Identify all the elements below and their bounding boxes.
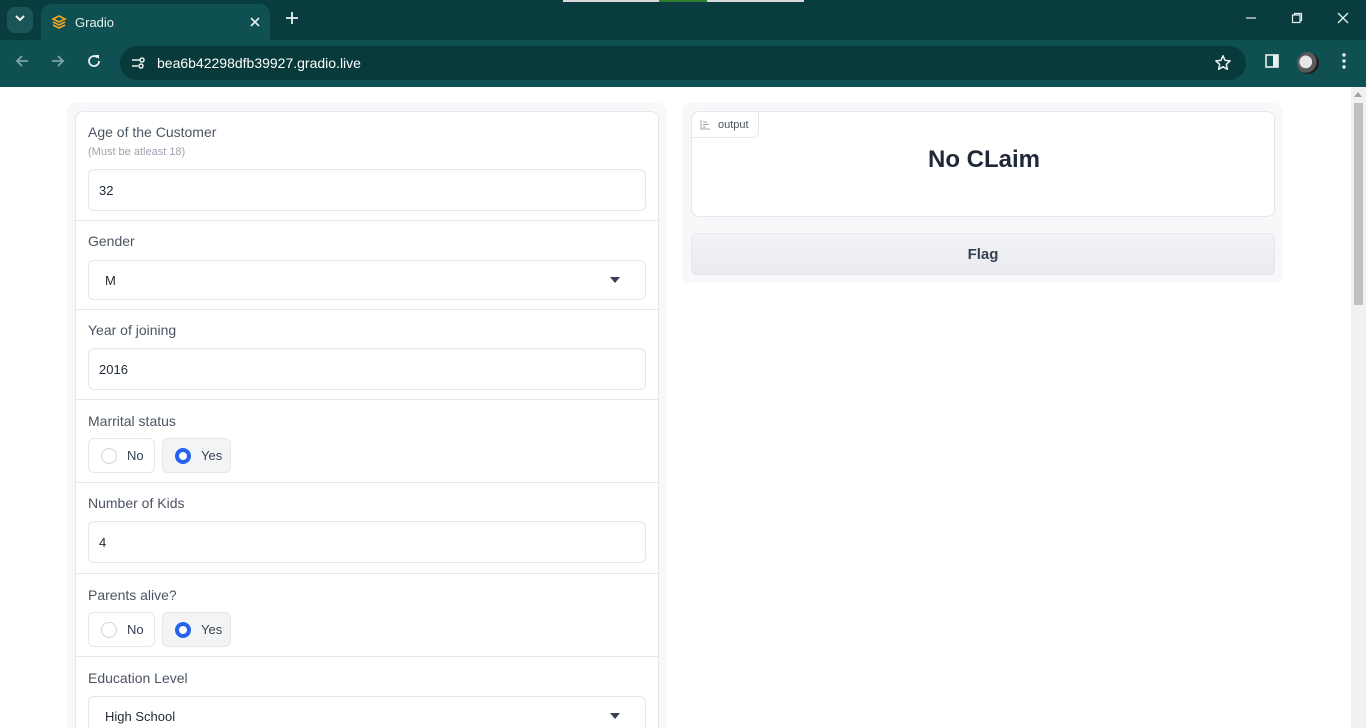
- more-menu-icon: [1342, 52, 1346, 74]
- kids-label: Number of Kids: [88, 495, 185, 511]
- year-joining-input[interactable]: 2016: [88, 348, 646, 390]
- forward-button[interactable]: [43, 48, 73, 78]
- side-panel-button[interactable]: [1257, 48, 1287, 78]
- radio-circle: [175, 621, 191, 638]
- output-value: No CLaim: [927, 146, 1040, 173]
- parents-label: Parents alive?: [88, 587, 177, 603]
- restore-icon: [1291, 11, 1303, 29]
- marital-block: Marrital status No Yes: [76, 400, 658, 483]
- input-panel: Age of the Customer (Must be atleast 18)…: [67, 103, 667, 728]
- year-joining-label: Year of joining: [88, 322, 177, 338]
- input-form: Age of the Customer (Must be atleast 18)…: [75, 111, 659, 728]
- reload-button[interactable]: [79, 48, 109, 78]
- radio-label: Yes: [201, 622, 223, 637]
- radio-circle: [101, 447, 117, 464]
- output-box: output No CLaim: [691, 111, 1275, 217]
- plus-icon: [285, 11, 299, 30]
- back-button[interactable]: [7, 48, 37, 78]
- browser-toolbar: bea6b42298dfb39927.gradio.live: [0, 40, 1366, 87]
- education-label: Education Level: [88, 670, 188, 686]
- address-bar[interactable]: bea6b42298dfb39927.gradio.live: [120, 46, 1246, 80]
- output-label: output: [718, 118, 749, 131]
- gradio-logo-icon: [51, 14, 67, 30]
- page-content: Age of the Customer (Must be atleast 18)…: [0, 87, 1366, 728]
- scroll-up-arrow-icon[interactable]: [1354, 92, 1362, 97]
- marital-radio-yes[interactable]: Yes: [162, 438, 231, 473]
- browser-titlebar: Gradio: [0, 0, 1366, 40]
- parents-radio-yes[interactable]: Yes: [162, 612, 231, 647]
- label-chart-icon: [700, 119, 711, 130]
- close-icon[interactable]: [244, 11, 266, 33]
- age-input[interactable]: 32: [88, 169, 646, 211]
- profile-button[interactable]: [1293, 48, 1323, 78]
- output-panel: output No CLaim Flag: [682, 103, 1283, 283]
- restore-button[interactable]: [1274, 4, 1320, 36]
- back-icon: [14, 53, 30, 74]
- forward-icon: [50, 53, 66, 74]
- radio-label: Yes: [201, 448, 223, 463]
- chevron-down-icon: [14, 11, 26, 29]
- age-label: Age of the Customer: [88, 124, 217, 140]
- output-label-tag: output: [691, 111, 759, 138]
- dropdown-arrow-icon: [610, 713, 620, 719]
- star-icon[interactable]: [1208, 48, 1238, 78]
- education-dropdown[interactable]: High School: [88, 696, 646, 728]
- window-indicator: [707, 0, 804, 2]
- parents-block: Parents alive? No Yes: [76, 574, 658, 657]
- marital-radio-no[interactable]: No: [88, 438, 155, 473]
- education-block: Education Level High School: [76, 657, 658, 728]
- radio-circle: [101, 621, 117, 638]
- close-window-icon: [1337, 11, 1349, 29]
- tab-title: Gradio: [75, 14, 115, 30]
- url-text: bea6b42298dfb39927.gradio.live: [157, 55, 361, 71]
- dropdown-arrow-icon: [610, 277, 620, 283]
- site-info-icon[interactable]: [128, 53, 148, 73]
- age-block: Age of the Customer (Must be atleast 18)…: [76, 112, 658, 221]
- parents-radio-no[interactable]: No: [88, 612, 155, 647]
- reload-icon: [86, 53, 102, 74]
- browser-tab[interactable]: Gradio: [41, 4, 270, 40]
- kids-input[interactable]: 4: [88, 521, 646, 563]
- scroll-thumb[interactable]: [1354, 103, 1363, 305]
- radio-circle: [175, 447, 191, 464]
- close-window-button[interactable]: [1320, 4, 1366, 36]
- new-tab-button[interactable]: [280, 8, 304, 32]
- age-info: (Must be atleast 18): [88, 146, 186, 158]
- year-joining-block: Year of joining 2016: [76, 310, 658, 400]
- flag-button[interactable]: Flag: [691, 233, 1275, 275]
- tab-search-button[interactable]: [7, 7, 33, 33]
- window-indicator: [659, 0, 707, 2]
- side-panel-icon: [1264, 53, 1280, 74]
- radio-label: No: [127, 622, 144, 637]
- marital-label: Marrital status: [88, 413, 176, 429]
- window-indicator: [563, 0, 659, 2]
- gender-dropdown[interactable]: M: [88, 260, 646, 300]
- radio-label: No: [127, 448, 144, 463]
- education-value: High School: [105, 708, 176, 724]
- kids-block: Number of Kids 4: [76, 483, 658, 574]
- gender-value: M: [105, 272, 116, 288]
- gender-label: Gender: [88, 233, 135, 249]
- gender-block: Gender M: [76, 221, 658, 310]
- profile-avatar: [1297, 52, 1319, 74]
- more-menu-button[interactable]: [1329, 48, 1359, 78]
- minimize-button[interactable]: [1228, 4, 1274, 36]
- page-scrollbar[interactable]: [1351, 87, 1366, 728]
- minimize-icon: [1245, 11, 1257, 29]
